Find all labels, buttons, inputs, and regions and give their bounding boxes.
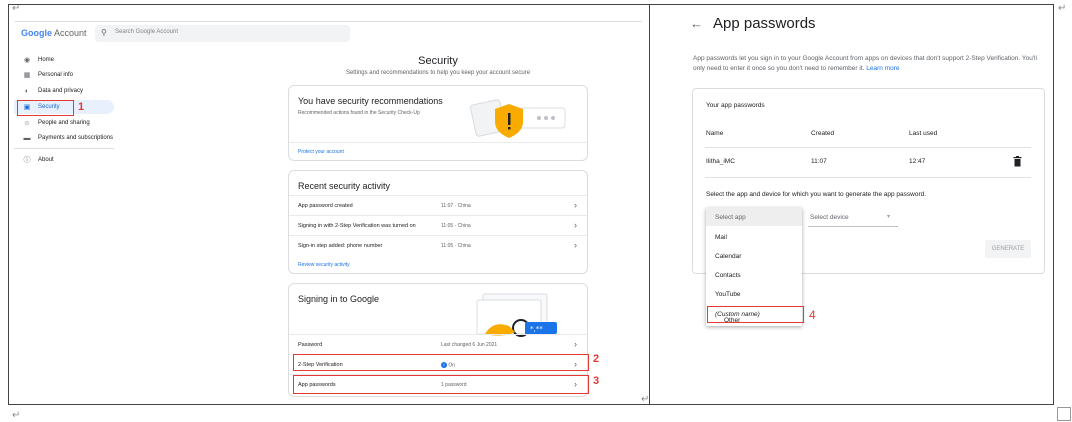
sidebar-item-home[interactable]: ◉ Home (14, 53, 114, 67)
app-passwords-desc: App passwords let you sign in to your Go… (693, 55, 1037, 72)
page-subtitle: Settings and recommendations to help you… (345, 70, 531, 76)
card-divider (289, 142, 587, 143)
signing-illustration: *,** (476, 293, 557, 337)
sidebar-item-label: About (38, 157, 54, 163)
callout-box-other (707, 306, 804, 323)
chevron-right-icon: › (574, 220, 577, 230)
cell-marker (1057, 407, 1071, 421)
panel-divider (649, 4, 650, 405)
recommendations-desc: Recommended actions found in the Securit… (298, 110, 420, 116)
return-mark: ↵ (12, 410, 21, 421)
chevron-right-icon: › (574, 240, 577, 250)
google-account-logo[interactable]: Google Account (21, 28, 87, 38)
sidebar-item-label: People and sharing (38, 120, 90, 126)
sidebar-item-label: Personal info (38, 72, 74, 78)
sidebar-divider (14, 148, 114, 149)
learn-more-link[interactable]: Learn more (866, 65, 899, 72)
card-title: Your app passwords (706, 102, 765, 109)
recommendations-title: You have security recommendations (298, 96, 443, 106)
search-placeholder: Search Google Account (115, 29, 179, 35)
callout-number-1: 1 (78, 101, 85, 113)
google-wordmark: Google (21, 28, 52, 38)
sidebar-item-about[interactable]: ⓘ About (14, 153, 114, 167)
app-passwords-title: App passwords (713, 15, 816, 32)
card-icon: ▬ (23, 134, 31, 142)
device-underline (808, 226, 898, 227)
menu-item-youtube[interactable]: YouTube (706, 285, 802, 303)
menu-item-select-app[interactable]: Select app (706, 208, 802, 226)
sidebar-item-data-privacy[interactable]: ◐ Data and privacy (14, 84, 114, 98)
generate-button[interactable]: GENERATE (985, 240, 1031, 258)
chevron-right-icon: › (574, 200, 577, 210)
callout-box-two-step (293, 354, 589, 371)
activity-meta: 11:07 · China (441, 203, 471, 209)
menu-item-mail[interactable]: Mail (706, 228, 802, 246)
chevron-right-icon: › (574, 339, 577, 349)
password-name: Ilitha_iMC (706, 158, 735, 165)
toggle-icon: ◐ (24, 87, 30, 95)
recent-activity-card: Recent security activity App password cr… (288, 170, 588, 274)
callout-number-2: 2 (593, 353, 600, 365)
sidebar-item-people-sharing[interactable]: ☺ People and sharing (14, 116, 114, 130)
id-card-icon: ▦ (23, 72, 31, 79)
column-header-name: Name (706, 130, 724, 137)
header-divider (15, 21, 642, 22)
setting-label: Password (298, 342, 323, 348)
password-created: 11:07 (811, 158, 827, 165)
dropdown-arrow-icon: ▾ (887, 214, 891, 220)
callout-box-security (17, 100, 74, 116)
table-divider (705, 147, 1031, 148)
people-icon: ☺ (23, 119, 31, 127)
activity-row[interactable]: App password created 11:07 · China › (289, 195, 587, 216)
security-illustration (470, 99, 566, 138)
signing-in-title: Signing in to Google (298, 294, 380, 304)
table-divider (705, 177, 1031, 178)
setting-meta: Last changed 6 Jun 2021 (441, 342, 498, 348)
sidebar-item-label: Data and privacy (38, 88, 84, 94)
sidebar-item-label: Payments and subscriptions (38, 135, 114, 141)
callout-box-app-passwords (293, 375, 589, 394)
password-last-used: 12:47 (909, 158, 926, 165)
account-wordmark: Account (54, 28, 87, 38)
search-input[interactable]: ⚲ Search Google Account (95, 25, 350, 42)
callout-number-3: 3 (593, 375, 600, 387)
activity-row[interactable]: Signing in with 2-Step Verification was … (289, 215, 587, 236)
sidebar-item-personal-info[interactable]: ▦ Personal info (14, 68, 114, 82)
back-arrow-icon[interactable]: ← (690, 16, 703, 31)
activity-meta: 11:05 · China (441, 243, 471, 249)
select-prompt: Select the app and device for which you … (706, 191, 927, 198)
menu-item-contacts[interactable]: Contacts (706, 266, 802, 284)
activity-label: App password created (298, 203, 353, 209)
trash-icon[interactable] (1013, 156, 1022, 167)
page-title: Security (418, 55, 458, 67)
review-activity-link[interactable]: Review security activity (298, 262, 350, 268)
recommendations-card: You have security recommendations Recomm… (288, 85, 588, 161)
menu-item-calendar[interactable]: Calendar (706, 247, 802, 265)
sidebar-item-payments[interactable]: ▬ Payments and subscriptions (14, 131, 114, 145)
info-icon: ⓘ (23, 157, 31, 164)
activity-row[interactable]: Sign-in step added: phone number 11:05 ·… (289, 235, 587, 256)
activity-meta: 11:05 · China (441, 223, 471, 229)
activity-label: Sign-in step added: phone number (298, 243, 383, 249)
recent-activity-title: Recent security activity (298, 181, 391, 191)
svg-text:*,**: *,** (530, 325, 543, 333)
callout-number-4: 4 (809, 308, 816, 322)
column-header-last-used: Last used (909, 130, 938, 137)
sidebar-item-label: Home (38, 57, 55, 63)
password-row[interactable]: Password Last changed 6 Jun 2021 › (289, 334, 587, 355)
return-mark: ↵ (1058, 3, 1067, 14)
activity-label: Signing in with 2-Step Verification was … (298, 223, 416, 229)
protect-account-link[interactable]: Protect your account (298, 149, 344, 155)
select-device-dropdown[interactable]: Select device (810, 214, 849, 221)
home-icon: ◉ (23, 57, 31, 64)
search-icon: ⚲ (101, 28, 107, 37)
column-header-created: Created (811, 130, 835, 137)
